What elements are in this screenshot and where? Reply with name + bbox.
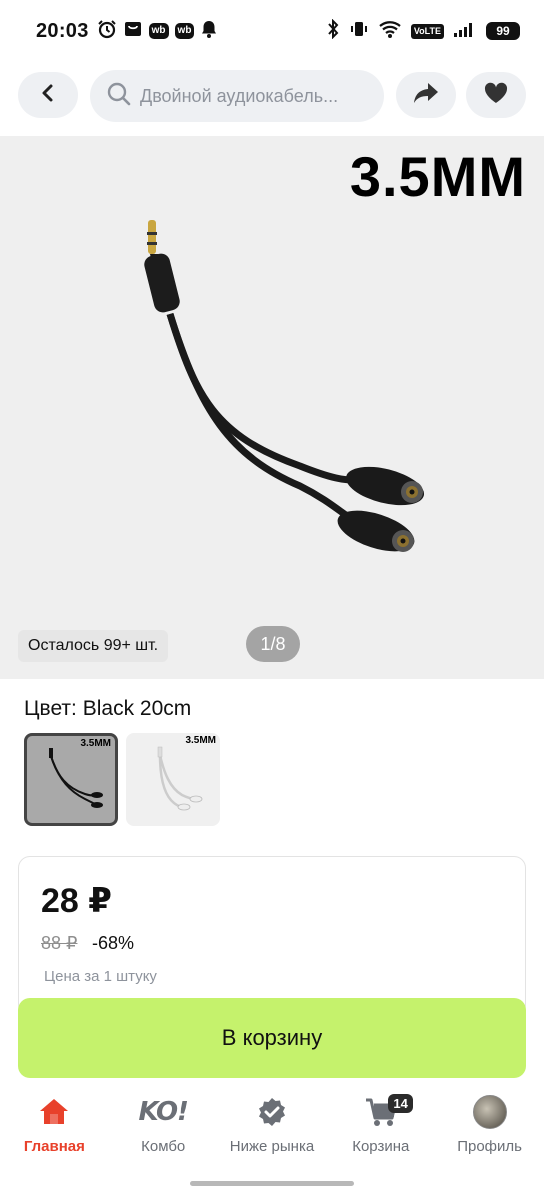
nav-item-below-market[interactable]: Ниже рынка: [218, 1092, 327, 1172]
search-icon: [106, 81, 132, 112]
home-indicator[interactable]: [190, 1181, 354, 1186]
nav-item-combo[interactable]: KO! Комбо: [109, 1092, 218, 1172]
image-counter: 1/8: [246, 626, 300, 662]
white-cable-thumbnail: [157, 746, 203, 811]
color-swatch-white[interactable]: 3.5MM: [126, 733, 220, 826]
wb-app-icon-2: wb: [174, 23, 195, 39]
wifi-icon: [378, 19, 402, 44]
status-notification-icons: wb wb: [97, 19, 219, 44]
audio-splitter-cable-image: [144, 220, 425, 552]
color-swatches: 3.5MM 3.5MM: [24, 733, 220, 826]
nav-label-combo: Комбо: [141, 1138, 186, 1155]
stock-badge: Осталось 99+ шт.: [18, 630, 169, 662]
nav-item-cart[interactable]: 14 Корзина: [326, 1092, 435, 1172]
home-icon: [38, 1092, 70, 1132]
current-price: 28 ₽: [41, 882, 112, 920]
unit-price-note: Цена за 1 штуку: [44, 968, 157, 985]
ko-logo-text: KO!: [138, 1097, 188, 1127]
color-label: Цвет: Black 20cm: [24, 697, 192, 720]
color-swatch-black[interactable]: 3.5MM: [24, 733, 118, 826]
battery-icon: 99: [486, 22, 520, 40]
volte-icon: VoLTE: [410, 23, 444, 39]
favorite-button[interactable]: [466, 72, 526, 118]
nav-item-profile[interactable]: Профиль: [435, 1092, 544, 1172]
nav-item-home[interactable]: Главная: [0, 1092, 109, 1172]
bluetooth-icon: [326, 18, 340, 44]
share-button[interactable]: [396, 72, 456, 118]
vibrate-icon: [349, 19, 369, 44]
verified-badge-icon: [256, 1092, 288, 1132]
price-card: 28 ₽ 88 ₽ -68% Цена за 1 штуку: [18, 856, 526, 1016]
old-price: 88 ₽: [41, 933, 78, 953]
search-bar[interactable]: [90, 70, 384, 122]
avatar: [472, 1095, 507, 1129]
heart-icon: [483, 81, 509, 110]
nav-label-below-market: Ниже рынка: [229, 1138, 315, 1155]
status-time: 20:03: [36, 19, 89, 42]
alarm-icon: [97, 19, 117, 44]
top-bar: [0, 70, 544, 122]
nav-label-profile: Профиль: [457, 1138, 522, 1155]
discount-percent: -68%: [92, 933, 135, 953]
status-bar: 20:03 wb wb VoLTE 99: [0, 0, 544, 62]
chevron-left-icon: [40, 83, 56, 108]
shopping-bag-icon: [123, 19, 143, 44]
nav-label-home: Главная: [23, 1138, 85, 1155]
wb-app-icon: wb: [148, 23, 169, 39]
signal-icon: [453, 20, 477, 43]
ko-logo-icon: KO!: [138, 1092, 188, 1132]
back-button[interactable]: [18, 72, 78, 118]
black-cable-thumbnail: [49, 748, 103, 808]
nav-label-cart: Корзина: [352, 1138, 410, 1155]
add-to-cart-button[interactable]: В корзину: [18, 998, 526, 1078]
bell-icon: [200, 19, 218, 44]
share-arrow-icon: [412, 81, 440, 110]
status-system-icons: VoLTE 99: [326, 18, 520, 44]
cart-count-badge: 14: [388, 1094, 413, 1113]
search-input[interactable]: [140, 85, 370, 107]
bottom-navigation: Главная KO! Комбо Ниже рынка 14 Корзина …: [0, 1092, 544, 1172]
product-image-gallery[interactable]: 3.5MM Осталось 99+ шт. 1/8: [0, 136, 544, 679]
